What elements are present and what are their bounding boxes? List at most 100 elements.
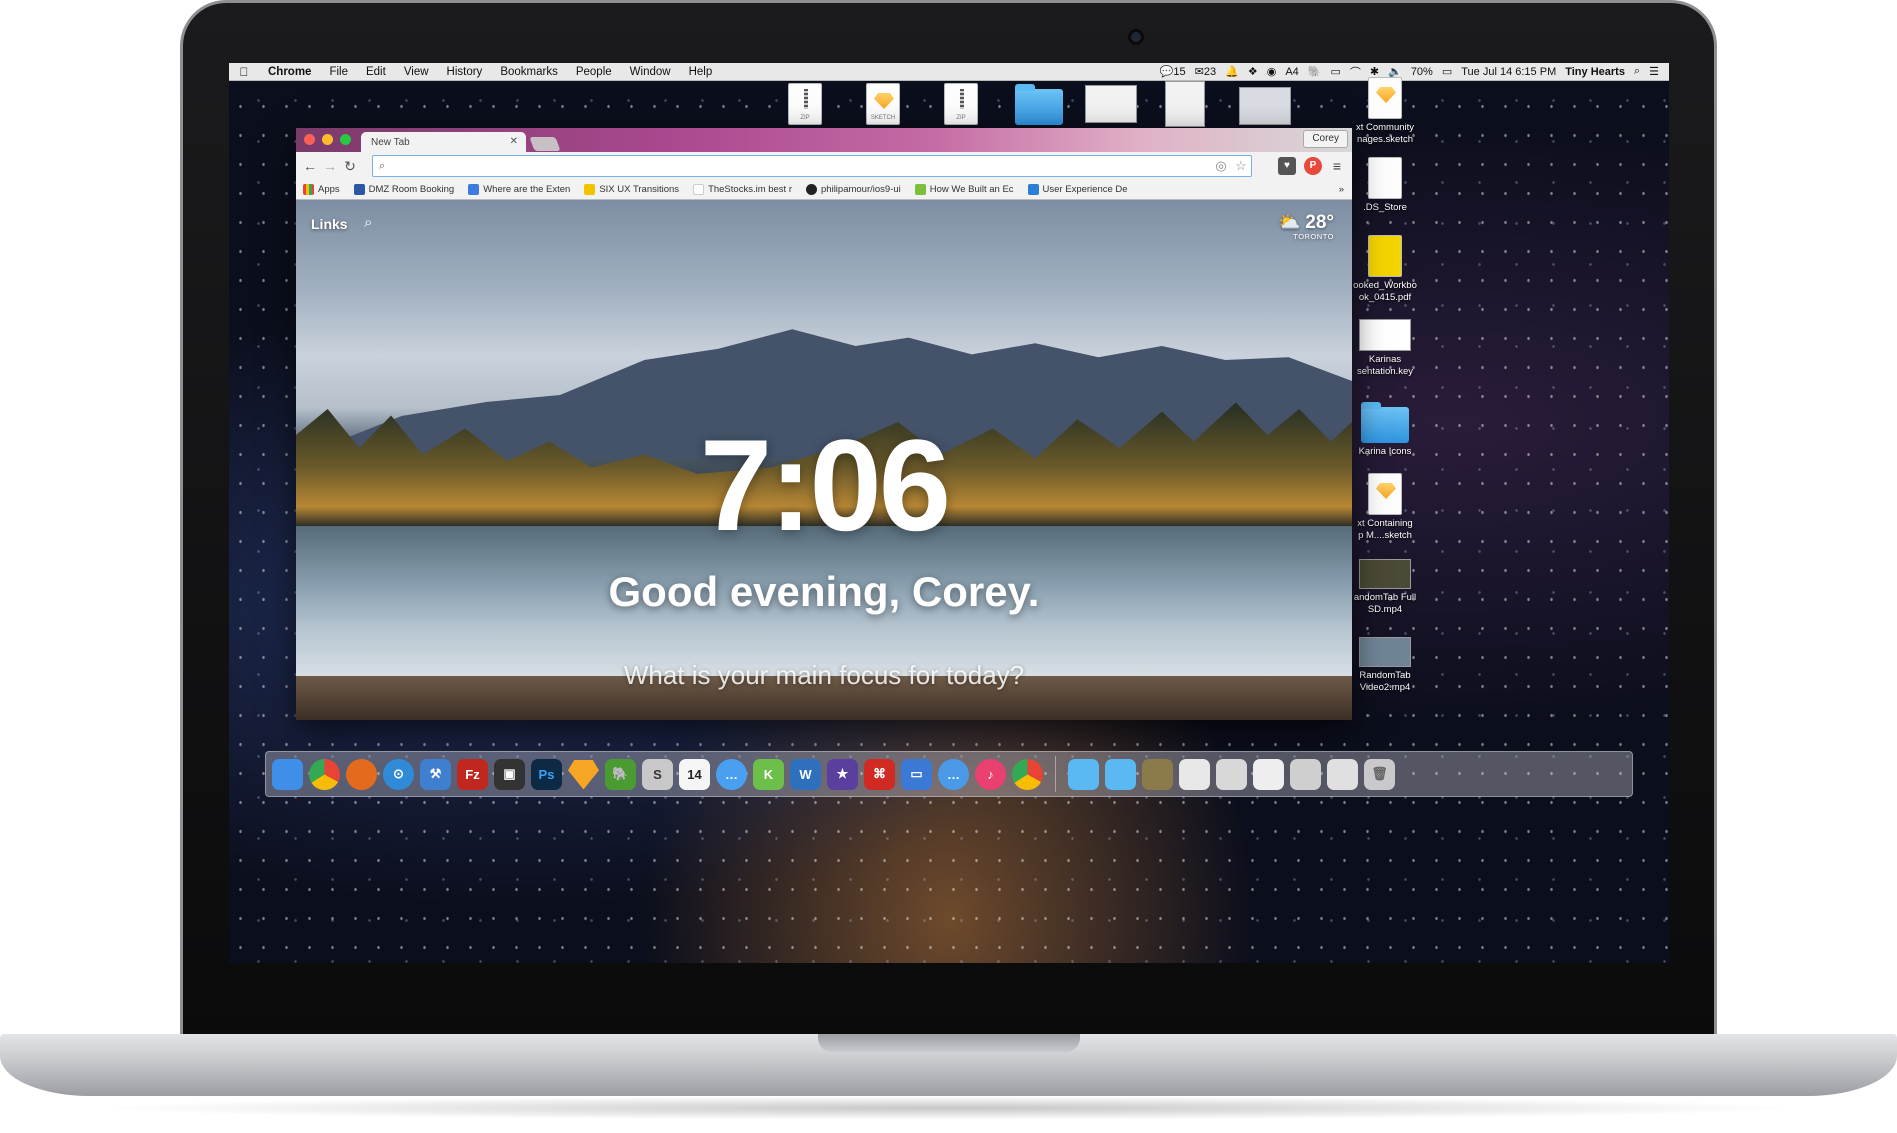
bell-icon[interactable]: 🔔 xyxy=(1225,65,1239,78)
adobe-count: 4 xyxy=(1292,65,1299,78)
stack-thumb-icon[interactable] xyxy=(1253,758,1284,790)
profile-button[interactable]: Corey xyxy=(1303,130,1348,148)
keynote-icon[interactable]: ▭ xyxy=(901,758,932,790)
mail-status[interactable]: ✉23 xyxy=(1195,65,1216,78)
calendar-icon[interactable]: 14 xyxy=(679,758,710,790)
adobe-status[interactable]: A4 xyxy=(1285,66,1298,78)
reload-icon[interactable]: ↻ xyxy=(340,158,360,175)
search-icon[interactable]: ⌕ xyxy=(364,214,372,231)
bookmark-item[interactable]: User Experience De xyxy=(1021,184,1135,195)
bookmark-item[interactable]: How We Built an Ec xyxy=(908,184,1021,195)
stack-thumb-icon[interactable] xyxy=(1179,758,1210,790)
chat-icon[interactable]: … xyxy=(938,758,969,790)
filezilla-icon[interactable]: Fz xyxy=(457,758,488,790)
bookmark-item[interactable]: Where are the Exten xyxy=(461,184,577,195)
weather-widget[interactable]: ⛅ 28° TORONTO xyxy=(1278,212,1334,241)
desktop-item[interactable]: xt Containing p M....sketch xyxy=(1347,473,1423,542)
folder[interactable] xyxy=(1015,84,1065,133)
back-arrow-icon[interactable]: ← xyxy=(300,158,320,174)
tab-new-tab[interactable]: New Tab ✕ xyxy=(361,132,526,152)
location-icon[interactable]: ◎ xyxy=(1211,158,1231,174)
s-app-icon[interactable]: S xyxy=(642,758,673,790)
desktop-item[interactable]: ooked_Workbo ok_0415.pdf xyxy=(1347,235,1423,304)
forward-arrow-icon[interactable]: → xyxy=(320,158,340,174)
desktop-item[interactable]: xt Community nages.sketch xyxy=(1347,77,1423,146)
bookmark-apps[interactable]: Apps xyxy=(296,184,347,195)
zip-file[interactable]: ZIP xyxy=(785,83,825,127)
finder-icon[interactable] xyxy=(272,758,303,790)
bookmarks-overflow-icon[interactable]: » xyxy=(1339,184,1352,195)
xcode-icon[interactable]: ⚒ xyxy=(420,758,451,790)
messages-status[interactable]: 💬15 xyxy=(1160,65,1186,78)
image-file[interactable] xyxy=(1165,81,1211,127)
word-icon[interactable]: W xyxy=(790,758,821,790)
spotlight-icon[interactable]: ⌕ xyxy=(1634,65,1640,78)
eye-icon[interactable]: ◉ xyxy=(1267,65,1277,78)
itunes-icon[interactable]: ♪ xyxy=(975,758,1006,790)
kik-icon[interactable]: K xyxy=(753,758,784,790)
bookmark-item[interactable]: SIX UX Transitions xyxy=(577,184,686,195)
menu-app-name[interactable]: Chrome xyxy=(259,66,320,78)
desktop-item[interactable]: andomTab Full SD.mp4 xyxy=(1347,559,1423,616)
address-bar[interactable]: ⌕ ◎ ☆ xyxy=(372,155,1252,177)
pocket-icon[interactable]: ♥ xyxy=(1278,157,1296,175)
desktop-item[interactable]: Karinas sentation.key xyxy=(1347,319,1423,378)
apple-icon[interactable]:  xyxy=(229,65,259,79)
menu-help[interactable]: Help xyxy=(680,66,722,78)
menu-people[interactable]: People xyxy=(567,66,621,78)
airplay-icon[interactable]: ▭ xyxy=(1330,65,1340,78)
zip-file[interactable]: ZIP xyxy=(941,83,981,127)
imovie-icon[interactable]: ★ xyxy=(827,758,858,790)
stack-thumb-icon[interactable] xyxy=(1327,758,1358,790)
menu-icon[interactable]: ≡ xyxy=(1328,157,1346,175)
new-tab-button[interactable] xyxy=(529,137,561,151)
close-window-button[interactable] xyxy=(304,134,315,145)
menu-view[interactable]: View xyxy=(395,66,438,78)
menu-file[interactable]: File xyxy=(320,66,357,78)
evernote-status-icon[interactable]: 🐘 xyxy=(1308,65,1322,78)
image-file[interactable] xyxy=(1239,87,1295,131)
stack-thumb-icon[interactable] xyxy=(1216,758,1247,790)
safari-icon[interactable]: ⊙ xyxy=(383,758,414,790)
applications-folder-icon[interactable] xyxy=(1068,758,1099,790)
acrobat-icon[interactable]: ⌘ xyxy=(864,758,895,790)
camera-icon xyxy=(1128,29,1144,45)
chrome-icon[interactable] xyxy=(309,758,340,790)
bookmark-item[interactable]: DMZ Room Booking xyxy=(347,184,462,195)
bookmark-item[interactable]: TheStocks.im best r xyxy=(686,184,799,195)
user-name[interactable]: Tiny Hearts xyxy=(1565,66,1625,78)
links-button[interactable]: Links xyxy=(311,216,348,232)
clock-text[interactable]: Tue Jul 14 6:15 PM xyxy=(1461,66,1556,78)
menu-bookmarks[interactable]: Bookmarks xyxy=(491,66,567,78)
close-icon[interactable]: ✕ xyxy=(510,136,518,147)
chrome-canary-icon[interactable] xyxy=(1012,758,1043,790)
documents-folder-icon[interactable] xyxy=(1105,758,1136,790)
desktop-item[interactable]: RandomTab Video2.mp4 xyxy=(1347,637,1423,694)
stack-thumb-icon[interactable] xyxy=(1290,758,1321,790)
notification-center-icon[interactable]: ☰ xyxy=(1649,65,1659,78)
producthunt-icon[interactable]: P xyxy=(1304,157,1322,175)
menu-window[interactable]: Window xyxy=(621,66,680,78)
focus-prompt[interactable]: What is your main focus for today? xyxy=(296,660,1352,691)
url-input[interactable] xyxy=(391,159,1211,173)
desktop-item[interactable]: Karina Icons xyxy=(1347,401,1423,458)
battery-percent[interactable]: 70% xyxy=(1411,66,1433,78)
photoshop-icon[interactable]: Ps xyxy=(531,758,562,790)
image-file[interactable] xyxy=(1085,85,1141,129)
trash-icon[interactable]: 🗑 xyxy=(1364,758,1395,790)
menu-edit[interactable]: Edit xyxy=(357,66,395,78)
sketch-icon[interactable] xyxy=(568,760,599,790)
evernote-icon[interactable]: 🐘 xyxy=(605,758,636,790)
sketch-file[interactable]: SKETCH xyxy=(863,83,903,127)
desktop-item[interactable]: .DS_Store xyxy=(1347,157,1423,214)
stack-thumb-icon[interactable] xyxy=(1142,758,1173,790)
messages-icon[interactable]: … xyxy=(716,758,747,790)
firefox-icon[interactable] xyxy=(346,758,377,790)
minimize-window-button[interactable] xyxy=(322,134,333,145)
zoom-window-button[interactable] xyxy=(340,134,351,145)
app-icon[interactable]: ▣ xyxy=(494,758,525,790)
menu-history[interactable]: History xyxy=(438,66,492,78)
bookmark-star-icon[interactable]: ☆ xyxy=(1231,158,1251,174)
dropbox-icon[interactable]: ❖ xyxy=(1248,65,1258,78)
bookmark-item[interactable]: philipamour/ios9-ui xyxy=(799,184,908,195)
